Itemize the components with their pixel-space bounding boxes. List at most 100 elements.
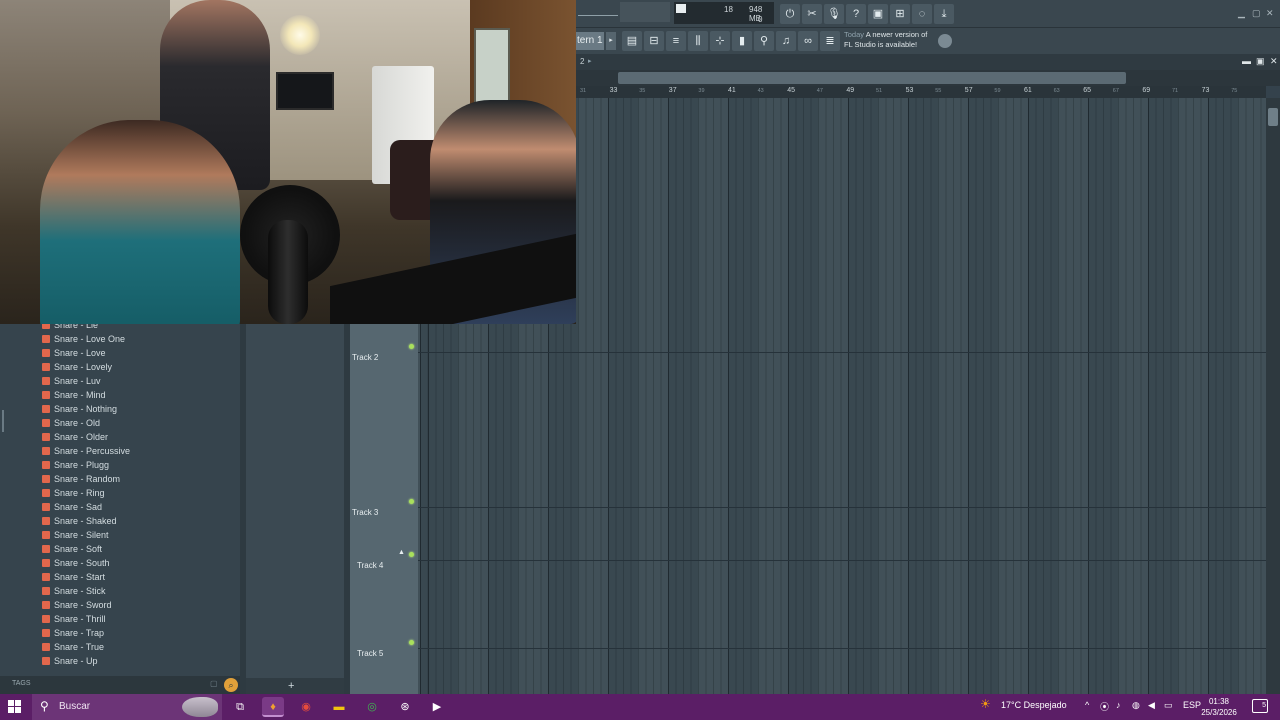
browser-item[interactable]: Snare - Love One [42,334,125,348]
browser-icon[interactable]: ▮ [732,31,752,51]
tag-box-icon[interactable]: ▢ [210,679,218,688]
search-icon[interactable]: ⌕ [224,678,238,692]
playlist-maximize-icon[interactable]: ▣ [1256,56,1265,67]
playlist-minimize-icon[interactable]: ▬ [1242,56,1251,66]
track-led-4[interactable] [409,552,414,557]
link-icon[interactable]: ∞ [798,31,818,51]
track-header-4[interactable]: Track 4 [357,561,423,570]
ruler-tick: 43 [757,88,764,94]
media-player-icon[interactable]: ▶ [426,697,448,717]
plugin-icon[interactable]: ⚲ [754,31,774,51]
browser-item[interactable]: Snare - Thrill [42,614,105,628]
track-header-5[interactable]: Track 5 [357,649,423,658]
browser-item[interactable]: Snare - Sword [42,600,112,614]
channel-rack-icon[interactable]: ≡ [666,31,686,51]
language-indicator[interactable]: ESP [1183,700,1201,710]
track-collapse-icon[interactable]: ▲ [398,549,405,556]
ruler-tick: 41 [728,87,736,94]
timeline-ruler[interactable]: 31 33 35 37 39 41 43 45 47 49 51 53 55 57 59 61 63 65 67 69… [576,86,1266,98]
weather-text[interactable]: 17°C Despejado [1001,700,1067,710]
browser-item-label: Snare - Ring [54,488,105,498]
task-view-icon[interactable]: ⧉ [229,697,251,717]
browser-resize-handle[interactable] [2,410,4,432]
browser-item[interactable]: Snare - Up [42,656,98,670]
browser-item[interactable]: Snare - Soft [42,544,102,558]
browser-item[interactable]: Snare - Trap [42,628,104,642]
windows-start-icon[interactable] [8,700,22,714]
network-icon[interactable]: ▭ [1164,700,1173,711]
browser-item[interactable]: Snare - Ring [42,488,105,502]
chrome-icon[interactable]: ◉ [295,697,317,717]
vertical-scrollbar-thumb[interactable] [1268,108,1278,126]
browser-item[interactable]: Snare - Old [42,418,100,432]
pattern-arrow-icon[interactable]: ▸ [606,32,616,50]
tray-app-icon[interactable]: ⦿ [1100,700,1109,713]
browser-item-label: Snare - Percussive [54,446,131,456]
notes-icon[interactable]: ≣ [820,31,840,51]
mixer-view-icon[interactable]: ⫼ [688,31,708,51]
chrome-profile-icon[interactable]: ◎ [361,697,383,717]
track-header-3[interactable]: Track 3 [352,508,418,517]
track-header-2[interactable]: Track 2 [352,353,418,362]
playlist-close-icon[interactable]: ✕ [1270,56,1278,67]
meet-icon[interactable]: ◍ [1132,700,1140,711]
browser-item[interactable]: Snare - Shaked [42,516,117,530]
browser-item[interactable]: Snare - Percussive [42,446,130,460]
arrangement-arrow-icon[interactable]: ▸ [588,57,592,65]
scrollbar-thumb[interactable] [618,72,1126,84]
globe-icon[interactable] [938,34,952,48]
piano-roll-icon[interactable]: ⊟ [644,31,664,51]
track-led-2[interactable] [409,344,414,349]
taskbar-clock[interactable]: 01:38 25/3/2026 [1200,696,1238,718]
browser-item-label: Snare - Old [54,418,101,428]
volume-icon[interactable]: ◀ [1148,700,1155,711]
browser-item[interactable]: Snare - Mind [42,390,106,404]
browser-item[interactable]: Snare - Sad [42,502,102,516]
tempo-icon[interactable]: ♫ [776,31,796,51]
plugin-picker-icon[interactable]: ⊹ [710,31,730,51]
browser-item[interactable]: Snare - South [42,558,110,572]
vertical-scrollbar[interactable] [1266,98,1280,694]
playlist-icon[interactable]: ▤ [622,31,642,51]
pattern-selector[interactable]: tern 1 [576,32,604,50]
pitch-knob-area[interactable] [620,2,670,22]
horizontal-scrollbar[interactable] [576,70,1280,86]
browser-item[interactable]: Snare - Lovely [42,362,112,376]
master-volume[interactable] [578,6,618,16]
browser-item[interactable]: Snare - Stick [42,586,106,600]
notifications-icon[interactable]: 5 [1252,699,1268,713]
audio-file-icon [42,559,50,567]
minimize-icon[interactable]: ▁ [1238,8,1245,19]
chat-icon[interactable]: ◌ [912,4,932,24]
help-icon[interactable]: ? [846,4,866,24]
browser-item[interactable]: Snare - Nothing [42,404,117,418]
save-icon[interactable]: ▣ [868,4,888,24]
browser-item[interactable]: Snare - Love [42,348,106,362]
browser-item[interactable]: Snare - Luv [42,376,101,390]
track-led-3[interactable] [409,499,414,504]
browser-item[interactable]: Snare - Silent [42,530,109,544]
picker-divider[interactable] [344,324,350,694]
weather-icon[interactable]: ☀ [980,697,991,711]
taskbar-search[interactable]: ⚲ Buscar [32,694,222,720]
maximize-icon[interactable]: ▢ [1252,8,1261,19]
tray-expand-icon[interactable]: ^ [1085,700,1089,710]
cut-icon[interactable]: ✂ [802,4,822,24]
browser-item[interactable]: Snare - Start [42,572,105,586]
browser-item[interactable]: Snare - Older [42,432,108,446]
browser-item[interactable]: Snare - True [42,642,104,656]
browser-item[interactable]: Snare - Random [42,474,120,488]
mic-icon[interactable]: 🎙 [824,4,844,24]
download-icon[interactable]: ⤓ [934,4,954,24]
power-icon[interactable]: ⏻ [780,4,800,24]
file-explorer-icon[interactable]: ▬ [328,697,350,717]
mixer-icon[interactable]: ⊞ [890,4,910,24]
fl-studio-icon[interactable]: ♦ [262,697,284,717]
browser-item[interactable]: Snare - Plugg [42,460,109,474]
mic-tray-icon[interactable]: ♪ [1116,700,1121,710]
webcam-microphone [268,220,308,324]
close-icon[interactable]: ✕ [1266,8,1274,19]
add-track-icon[interactable]: + [288,680,294,692]
app-icon[interactable]: ⊛ [394,697,416,717]
track-led-5[interactable] [409,640,414,645]
